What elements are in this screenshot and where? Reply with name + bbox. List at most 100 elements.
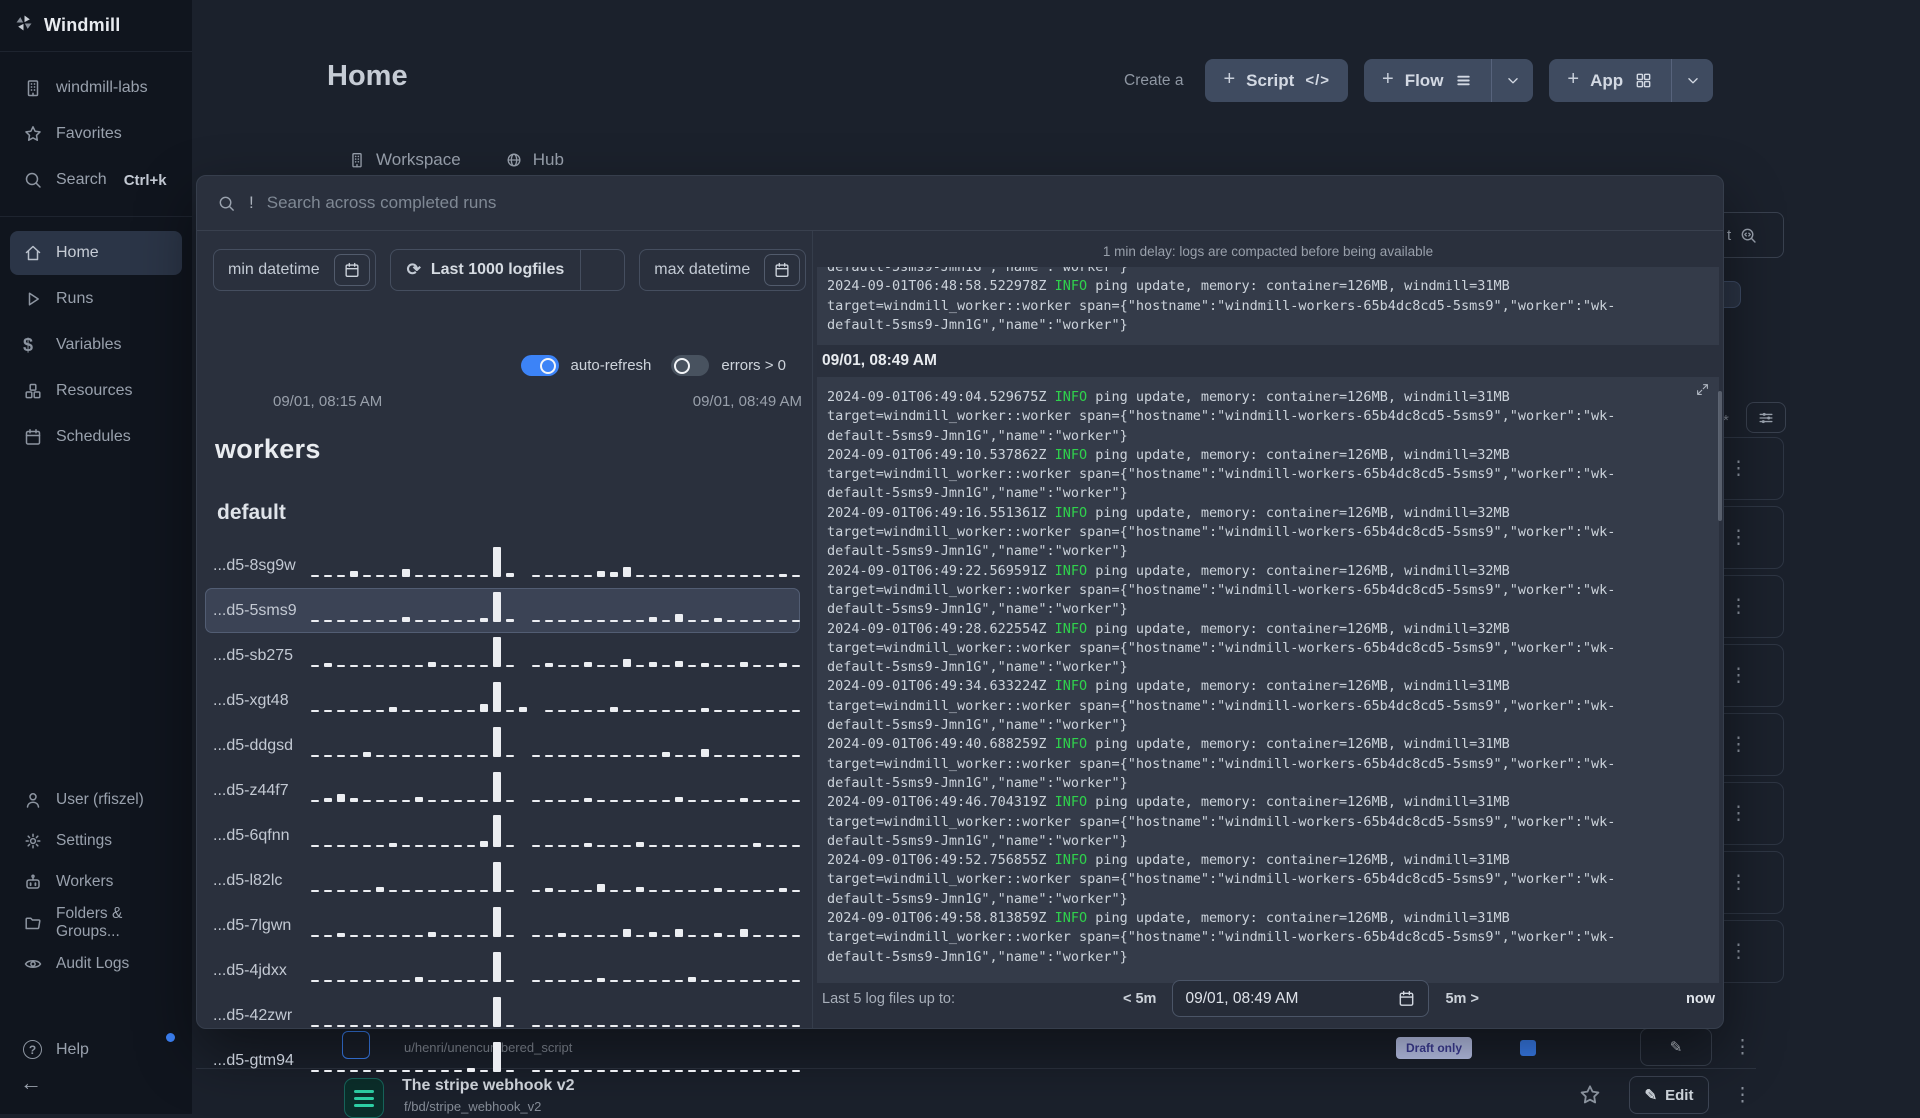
- sidebar-item-schedules[interactable]: Schedules: [10, 415, 182, 459]
- worker-activity-sparkline: [311, 906, 800, 944]
- grid-icon: [1634, 71, 1653, 90]
- worker-row[interactable]: ...d5-gtm94: [205, 1038, 800, 1083]
- worker-activity-sparkline: [311, 771, 800, 809]
- code-search-icon: [1739, 226, 1758, 245]
- kebab-menu-icon[interactable]: ⋮: [1729, 804, 1748, 823]
- create-app-button[interactable]: + App: [1549, 59, 1714, 102]
- worker-row[interactable]: ...d5-42zwr: [205, 993, 800, 1038]
- sliders-icon: [1757, 409, 1775, 427]
- favorite-star-icon[interactable]: [1578, 1083, 1602, 1112]
- modal-search-bar: !: [197, 176, 1723, 231]
- kebab-menu-icon[interactable]: ⋮: [1729, 666, 1748, 685]
- calendar-icon[interactable]: [764, 254, 801, 286]
- worker-activity-sparkline: [311, 1041, 800, 1079]
- sidebar-item-resources[interactable]: Resources: [10, 369, 182, 413]
- toggle-label: auto-refresh: [570, 357, 652, 374]
- chevron-down-icon[interactable]: [1491, 59, 1533, 102]
- sidebar-item-variables[interactable]: $ Variables: [10, 323, 182, 367]
- code-icon: </>: [1305, 72, 1331, 89]
- sidebar-item-label: Schedules: [56, 428, 131, 445]
- notification-dot: [166, 1033, 175, 1042]
- worker-activity-sparkline: [311, 591, 800, 629]
- min-datetime-picker[interactable]: min datetime: [213, 249, 376, 291]
- worker-row[interactable]: ...d5-4jdxx: [205, 948, 800, 993]
- kebab-menu-icon[interactable]: ⋮: [1729, 873, 1748, 892]
- worker-row[interactable]: ...d5-6qfnn: [205, 813, 800, 858]
- max-datetime-picker[interactable]: max datetime: [639, 249, 807, 291]
- sidebar-item-help[interactable]: ? Help: [10, 1028, 182, 1072]
- worker-name: ...d5-z44f7: [213, 781, 289, 799]
- back-5m-button[interactable]: < 5m: [1123, 991, 1156, 1007]
- kebab-menu-icon[interactable]: ⋮: [1729, 942, 1748, 961]
- kebab-menu-icon[interactable]: ⋮: [1729, 528, 1748, 547]
- sidebar-item-favorites[interactable]: Favorites: [10, 112, 182, 156]
- sidebar-item-windmill-labs[interactable]: windmill-labs: [10, 66, 182, 110]
- folder-icon: [23, 913, 43, 933]
- kebab-menu-icon[interactable]: ⋮: [1729, 735, 1748, 754]
- toggle-errors-0[interactable]: [671, 355, 710, 376]
- sidebar-item-label: Variables: [56, 336, 122, 353]
- sidebar-item-label: Home: [56, 244, 99, 261]
- sidebar-item-workers[interactable]: Workers: [10, 861, 182, 902]
- filter-settings-button[interactable]: [1746, 402, 1786, 433]
- sidebar-item-runs[interactable]: Runs: [10, 277, 182, 321]
- log-panel: 1 min delay: logs are compacted before b…: [813, 231, 1723, 1028]
- worker-activity-sparkline: [311, 861, 800, 899]
- kebab-menu-icon[interactable]: ⋮: [1733, 1086, 1752, 1105]
- building-icon: [23, 78, 43, 98]
- sidebar-item-search[interactable]: Search Ctrl+k: [10, 158, 182, 202]
- shortcut-hint: Ctrl+k: [123, 171, 167, 189]
- sidebar-item-label: Settings: [56, 831, 113, 849]
- footer-datetime-picker[interactable]: 09/01, 08:49 AM: [1172, 980, 1430, 1017]
- worker-row[interactable]: ...d5-ddgsd: [205, 723, 800, 768]
- search-input[interactable]: [266, 193, 1703, 213]
- sidebar-item-audit-logs[interactable]: Audit Logs: [10, 943, 182, 984]
- page-title: Home: [327, 60, 408, 92]
- worker-row[interactable]: ...d5-7lgwn: [205, 903, 800, 948]
- sidebar-item-home[interactable]: Home: [10, 231, 182, 275]
- chevron-down-icon[interactable]: [580, 250, 624, 290]
- worker-row[interactable]: ...d5-z44f7: [205, 768, 800, 813]
- time-range-labels: 09/01, 08:15 AM 09/01, 08:49 AM: [273, 393, 802, 410]
- create-flow-button[interactable]: + Flow: [1364, 59, 1534, 102]
- log-level-info: INFO: [1054, 446, 1088, 463]
- tab-workspace[interactable]: Workspace: [348, 150, 461, 170]
- kebab-menu-icon[interactable]: ⋮: [1729, 597, 1748, 616]
- worker-name: ...d5-ddgsd: [213, 736, 294, 754]
- now-button[interactable]: now: [1686, 991, 1715, 1007]
- edit-button[interactable]: ✎ Edit: [1629, 1076, 1709, 1114]
- toggle-knob: [539, 357, 556, 374]
- tab-label: Workspace: [376, 150, 461, 169]
- sidebar-item-label: Audit Logs: [56, 954, 130, 972]
- kebab-menu-icon[interactable]: ⋮: [1733, 1038, 1752, 1057]
- sidebar-item-folders-groups[interactable]: Folders & Groups...: [10, 902, 182, 943]
- logfiles-select[interactable]: ⟳ Last 1000 logfiles: [389, 249, 626, 291]
- edit-button-fragment[interactable]: ✎: [1640, 1028, 1712, 1066]
- worker-row[interactable]: ...d5-8sg9w: [205, 543, 800, 588]
- sidebar-item-user-rfiszel[interactable]: User (rfiszel): [10, 779, 182, 820]
- user-icon: [23, 790, 43, 810]
- sidebar-item-label: Folders & Groups...: [56, 904, 123, 940]
- completed-runs-search-modal: ! min datetime ⟳ Last 1000 logfiles max …: [196, 175, 1724, 1072]
- collapse-sidebar-arrow-icon[interactable]: ←: [20, 1070, 42, 1096]
- expand-icon[interactable]: [1695, 382, 1710, 402]
- create-label: Create a: [1124, 71, 1184, 89]
- kebab-menu-icon[interactable]: ⋮: [1729, 459, 1748, 478]
- sidebar: Windmill windmill-labs Favorites Search Ctr…: [0, 0, 192, 1114]
- worker-row[interactable]: ...d5-l82lc: [205, 858, 800, 903]
- worker-name: ...d5-xgt48: [213, 691, 289, 709]
- chevron-down-icon[interactable]: [1671, 59, 1713, 102]
- calendar-icon[interactable]: [333, 254, 370, 286]
- button-label: Flow: [1404, 70, 1444, 90]
- worker-group-heading: default: [217, 501, 286, 524]
- create-script-button[interactable]: + Script </>: [1205, 59, 1349, 102]
- scrollbar-thumb[interactable]: [1718, 391, 1722, 521]
- toggle-auto-refresh[interactable]: [520, 355, 559, 376]
- worker-row[interactable]: ...d5-xgt48: [205, 678, 800, 723]
- tab-hub[interactable]: Hub: [505, 150, 564, 170]
- play-icon: [23, 289, 43, 309]
- forward-5m-button[interactable]: 5m >: [1445, 991, 1478, 1007]
- worker-row[interactable]: ...d5-sb275: [205, 633, 800, 678]
- worker-row[interactable]: ...d5-5sms9: [205, 588, 800, 633]
- sidebar-item-settings[interactable]: Settings: [10, 820, 182, 861]
